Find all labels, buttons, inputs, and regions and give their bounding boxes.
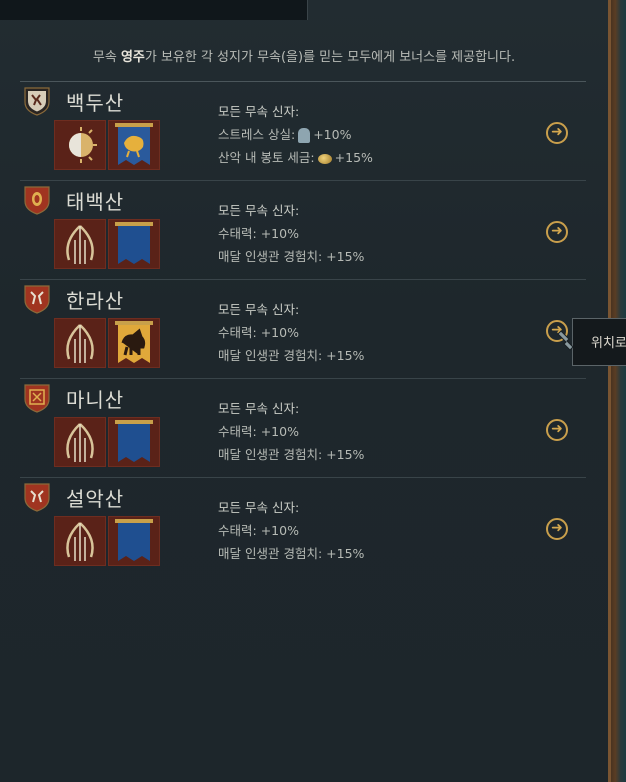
coat-of-arms-icon: [24, 483, 50, 512]
go-to-location-tooltip: 위치로: [572, 318, 626, 366]
bow-arrows-icon: [54, 417, 106, 467]
bonus-header: 모든 무속 신자:: [218, 203, 300, 218]
sun-moon-icon: [54, 120, 106, 170]
bonus-header: 모든 무속 신자:: [218, 302, 300, 317]
holy-site-row: 설악산 모든 무속 신자: 수태력: +10% 매달 인생관 경험치: +15%…: [20, 477, 586, 576]
bow-arrows-icon: [54, 219, 106, 269]
holy-site-name: 태백산: [66, 190, 125, 214]
banner-horse-icon: [108, 318, 160, 368]
mouse-cursor-icon: [557, 330, 574, 351]
bonus-line: 매달 인생관 경험치: +15%: [218, 348, 365, 363]
banner-moon-icon: [108, 417, 160, 467]
coat-of-arms-icon: [24, 87, 50, 116]
banner-moon-icon: [108, 516, 160, 566]
bonus-line: 수태력: +10%: [218, 325, 299, 340]
bonus-line: 매달 인생관 경험치: +15%: [218, 249, 365, 264]
map-edge: [608, 0, 626, 782]
bonus-line: 매달 인생관 경험치: +15%: [218, 546, 365, 561]
banner-dragon-icon: [108, 120, 160, 170]
holy-site-row: 백두산 모든 무속 신자: 스트레스 상실: +10% 산악 내 봉토 세금: …: [20, 81, 586, 180]
bonus-line: 수태력: +10%: [218, 523, 299, 538]
intro-text: 무속 영주가 보유한 각 성지가 무속(을)를 믿는 모두에게 보너스를 제공합…: [92, 50, 516, 65]
holy-site-name: 백두산: [66, 91, 125, 115]
bonus-line: 수태력: +10%: [218, 424, 299, 439]
bonus-list: 모든 무속 신자: 수태력: +10% 매달 인생관 경험치: +15%: [218, 397, 364, 466]
bonus-header: 모든 무속 신자:: [218, 401, 300, 416]
bow-arrows-icon: [54, 516, 106, 566]
holy-site-list: 백두산 모든 무속 신자: 스트레스 상실: +10% 산악 내 봉토 세금: …: [20, 81, 586, 576]
bonus-header: 모든 무속 신자:: [218, 500, 300, 515]
holy-site-name: 한라산: [66, 289, 125, 313]
go-to-location-button[interactable]: ➜: [546, 221, 568, 243]
holy-site-row: 한라산 모든 무속 신자: 수태력: +10% 매달 인생관 경험치: +15%…: [20, 279, 586, 378]
coat-of-arms-icon: [24, 285, 50, 314]
bow-arrows-icon: [54, 318, 106, 368]
bonus-line: 매달 인생관 경험치: +15%: [218, 447, 365, 462]
banner-moon-icon: [108, 219, 160, 269]
tab-faith[interactable]: 신앙: [0, 0, 308, 20]
stress-statue-icon: [298, 128, 311, 143]
gold-coins-icon: [317, 153, 332, 164]
coat-of-arms-icon: [24, 186, 50, 215]
tab-bar: 신앙 성지: [0, 0, 608, 22]
go-to-location-button[interactable]: ➜: [546, 419, 568, 441]
bonus-line: 수태력: +10%: [218, 226, 299, 241]
go-to-location-button[interactable]: ➜: [546, 122, 568, 144]
coat-of-arms-icon: [24, 384, 50, 413]
bonus-list: 모든 무속 신자: 수태력: +10% 매달 인생관 경험치: +15%: [218, 298, 364, 367]
bonus-list: 모든 무속 신자: 스트레스 상실: +10% 산악 내 봉토 세금: +15%: [218, 100, 373, 169]
bonus-header: 모든 무속 신자:: [218, 104, 300, 119]
bonus-line: 스트레스 상실: +10%: [218, 127, 352, 143]
holy-site-name: 마니산: [66, 388, 125, 412]
bonus-line: 산악 내 봉토 세금: +15%: [218, 150, 373, 165]
holy-site-row: 태백산 모든 무속 신자: 수태력: +10% 매달 인생관 경험치: +15%…: [20, 180, 586, 279]
go-to-location-button[interactable]: ➜: [546, 518, 568, 540]
holy-site-name: 설악산: [66, 487, 125, 511]
holy-site-row: 마니산 모든 무속 신자: 수태력: +10% 매달 인생관 경험치: +15%…: [20, 378, 586, 477]
tab-holy-sites[interactable]: 성지: [308, 0, 608, 20]
bonus-list: 모든 무속 신자: 수태력: +10% 매달 인생관 경험치: +15%: [218, 496, 364, 565]
bonus-list: 모든 무속 신자: 수태력: +10% 매달 인생관 경험치: +15%: [218, 199, 364, 268]
holy-sites-panel: 신앙 성지 무속 영주가 보유한 각 성지가 무속(을)를 믿는 모두에게 보너…: [0, 0, 626, 782]
